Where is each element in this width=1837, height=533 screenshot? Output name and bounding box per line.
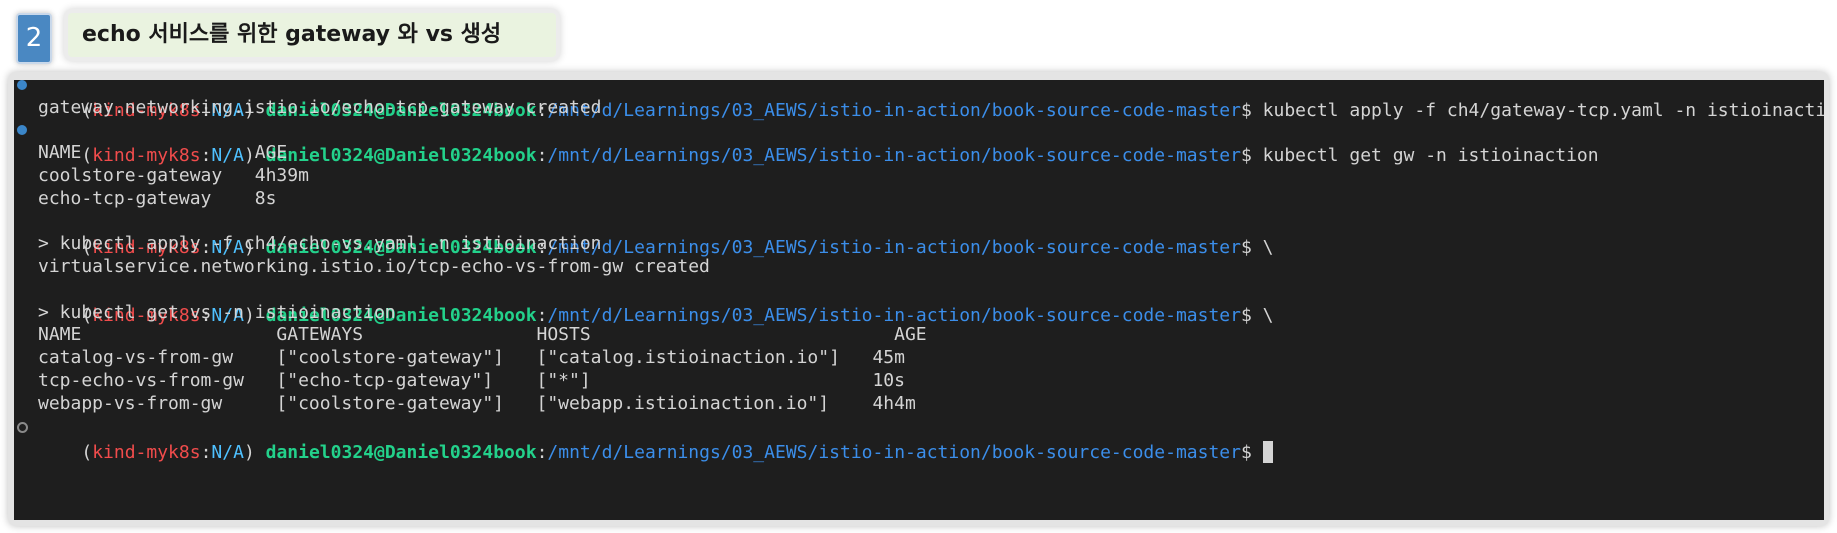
step-title: echo 서비스를 위한 gateway 와 vs 생성 (64, 9, 560, 61)
step-number-badge: 2 (16, 13, 52, 64)
command-status-dot[interactable] (17, 80, 27, 90)
command-text: \ (1262, 305, 1274, 326)
command-text: \ (1262, 237, 1274, 258)
text-cursor[interactable] (1262, 441, 1273, 463)
command-status-dot[interactable] (17, 422, 28, 433)
prompt-line: (kind-myk8s:N/A) daniel0324@Daniel0324bo… (38, 414, 1273, 463)
terminal-window[interactable]: (kind-myk8s:N/A) daniel0324@Daniel0324bo… (14, 80, 1824, 520)
command-text: kubectl get gw -n istioinaction (1262, 145, 1599, 166)
command-status-dot[interactable] (17, 125, 27, 135)
